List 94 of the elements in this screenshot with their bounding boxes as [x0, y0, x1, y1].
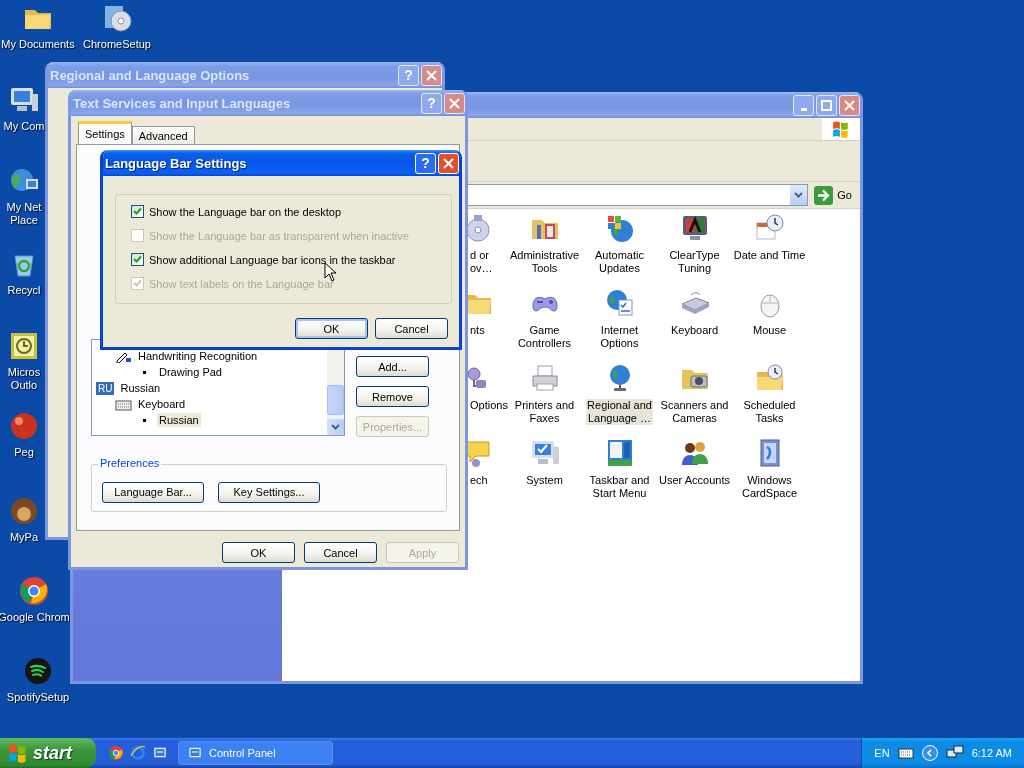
chevron-down-icon [794, 192, 804, 198]
control-panel-item[interactable]: Taskbar and Start Menu [588, 474, 651, 500]
control-panel-item[interactable]: Date and Time [732, 249, 807, 262]
close-icon [844, 99, 855, 111]
dialog-button[interactable]: Key Settings... [218, 481, 320, 503]
desktop-icon-label[interactable]: My Documents [1, 38, 75, 51]
chrome-icon[interactable] [108, 745, 124, 761]
window-title: Language Bar Settings [105, 155, 248, 171]
taskbar-button[interactable]: Control Panel [178, 741, 333, 765]
dropdown-button[interactable] [789, 185, 808, 205]
windows-flag-icon [832, 120, 850, 138]
tree-item[interactable]: Handwriting Recognition [136, 349, 260, 363]
spotify-icon[interactable] [22, 655, 54, 687]
desktop-icon-label[interactable]: My Net Place [6, 201, 42, 227]
bullet-icon [143, 370, 146, 374]
dialog-button[interactable]: OK [222, 542, 295, 563]
close-button[interactable] [444, 92, 465, 114]
desktop-icon[interactable] [187, 745, 203, 761]
show-hidden-icons-button[interactable] [921, 745, 938, 761]
bullet-icon [143, 418, 146, 422]
checkbox[interactable] [131, 253, 144, 266]
clock[interactable]: 6:12 AM [971, 747, 1012, 759]
control-panel-item[interactable]: Regional and Language … [586, 399, 653, 425]
maximize-button[interactable] [816, 94, 837, 116]
close-icon [449, 97, 460, 109]
browser-icon[interactable] [130, 745, 146, 761]
control-panel-item[interactable]: ClearType Tuning [668, 249, 721, 275]
dialog-button[interactable]: Add... [356, 356, 429, 377]
checkbox[interactable] [131, 205, 144, 218]
arrow-right-icon[interactable] [814, 185, 834, 205]
tree-item[interactable]: Russian [118, 381, 163, 395]
control-panel-item[interactable]: Printers and Faxes [513, 399, 576, 425]
minimize-icon [800, 107, 807, 111]
ball-icon[interactable] [8, 410, 40, 442]
close-button[interactable] [839, 94, 860, 116]
control-panel-item[interactable]: Keyboard [669, 324, 720, 337]
language-badge: RU [96, 381, 115, 395]
control-panel-item[interactable]: Internet Options [599, 324, 640, 350]
chevron-down-icon [331, 424, 340, 430]
dialog-button[interactable]: Remove [356, 386, 429, 407]
clock-icon[interactable] [8, 330, 40, 362]
close-icon [443, 157, 454, 169]
dialog-button[interactable]: OK [295, 318, 368, 339]
dialog-button[interactable]: Language Bar... [102, 481, 204, 503]
language-indicator[interactable]: EN [874, 747, 890, 759]
dialog-button[interactable]: Cancel [304, 542, 377, 563]
minimize-button[interactable] [793, 94, 814, 116]
desktop-icon[interactable] [152, 745, 168, 761]
cursor-icon [324, 262, 337, 282]
control-panel-item[interactable]: Game Controllers [516, 324, 573, 350]
close-button[interactable] [421, 64, 442, 86]
start-button[interactable]: start [0, 738, 96, 768]
desktop-icon-label[interactable]: Recycl [7, 284, 41, 297]
tree-item[interactable]: Keyboard [136, 397, 188, 411]
tab[interactable]: Settings [78, 121, 132, 144]
control-panel-item[interactable]: Scheduled Tasks [742, 399, 797, 425]
group-legend: Preferences [98, 457, 162, 469]
control-panel-item[interactable]: User Accounts [658, 474, 731, 487]
help-button[interactable]: ? [415, 152, 436, 174]
control-panel-item[interactable]: Administrative Tools [508, 249, 581, 275]
window-title: Regional and Language Options [50, 67, 251, 83]
network-icon[interactable] [945, 745, 964, 761]
checkmark-icon [133, 279, 142, 288]
dialog-button[interactable]: Cancel [375, 318, 448, 339]
desktop-icon-label[interactable]: SpotifySetup [6, 691, 70, 704]
control-panel-item[interactable]: Automatic Updates [594, 249, 645, 275]
chrome-icon[interactable] [18, 575, 50, 607]
tree-item[interactable]: Drawing Pad [157, 365, 224, 379]
tree-item[interactable]: Russian [157, 413, 201, 427]
checkmark-icon [133, 207, 142, 216]
desktop-icon-label[interactable]: ChromeSetup [83, 38, 151, 51]
app-icon[interactable] [8, 495, 40, 527]
scroll-down-button[interactable] [327, 419, 344, 435]
control-panel-item[interactable]: Mouse [752, 324, 787, 337]
checkbox-label[interactable]: Show the Language bar on the desktop [149, 205, 342, 218]
control-panel-item[interactable]: Scanners and Cameras [659, 399, 730, 425]
desktop-icon-label[interactable]: Micros Outlo [7, 366, 41, 392]
scroll-thumb[interactable] [327, 385, 344, 415]
tab[interactable]: Advanced [131, 126, 195, 144]
chevron-left-icon [925, 749, 934, 757]
go-label[interactable]: Go [837, 189, 852, 201]
desktop-icon-label[interactable]: Peg [14, 446, 34, 459]
keyboard-icon[interactable] [897, 747, 914, 759]
close-icon [426, 69, 437, 81]
desktop-icon-label[interactable]: My Com [3, 120, 45, 133]
windows-flag-icon [8, 743, 28, 763]
control-panel-item[interactable]: Windows CardSpace [740, 474, 798, 500]
checkbox-label[interactable]: Show additional Language bar icons in the taskbar [149, 253, 396, 266]
checkmark-icon [133, 255, 142, 264]
control-panel-item[interactable]: System [525, 474, 564, 487]
window-title: Text Services and Input Languages [73, 95, 292, 111]
desktop-icon-label[interactable]: MyPa [9, 531, 39, 544]
keyboard-icon [115, 397, 132, 411]
maximize-icon [821, 99, 832, 111]
